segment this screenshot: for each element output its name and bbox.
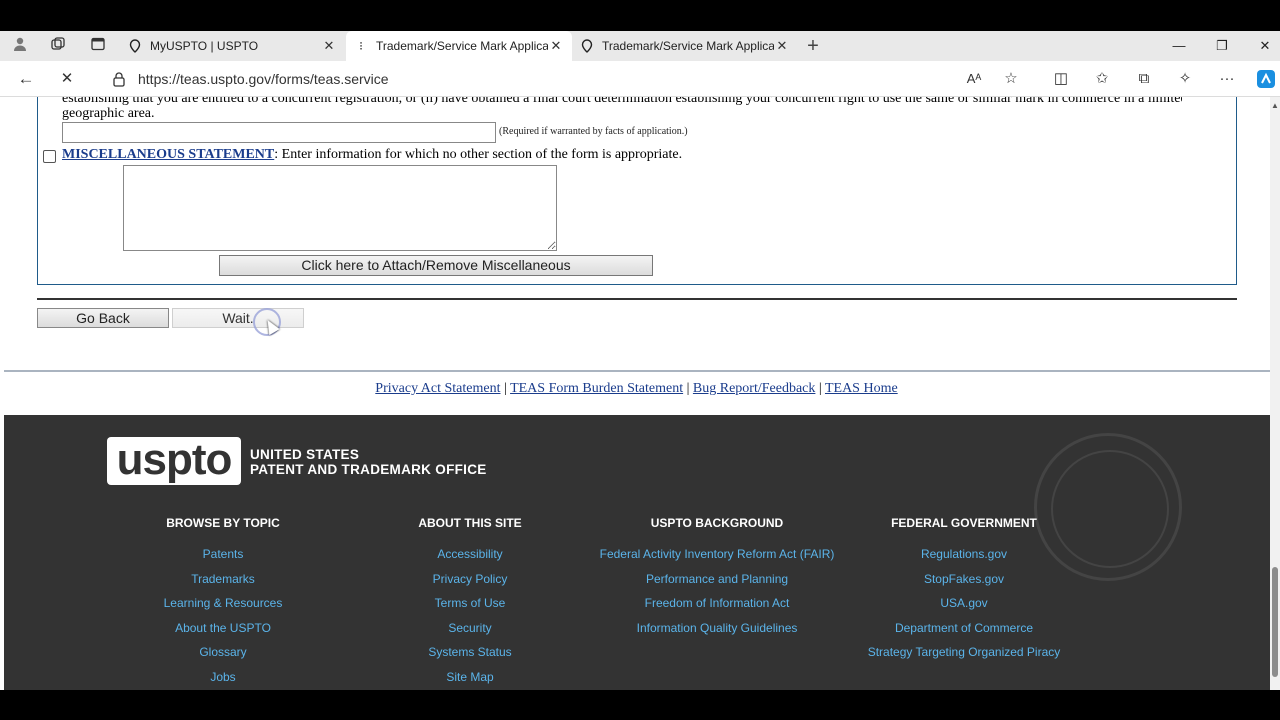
footer-heading: USPTO BACKGROUND [650,516,784,530]
concurrent-use-text: establishing that you are entitled to a … [62,97,1182,121]
footer-link-patents[interactable]: Patents [103,546,343,563]
screen-top-letterbox [0,0,1280,31]
extensions-icon[interactable]: ✧ [1174,69,1196,89]
wait-button[interactable]: Wait. [172,308,304,328]
required-note: (Required if warranted by facts of appli… [499,126,688,137]
close-tab-icon[interactable]: ✕ [774,38,790,54]
tab-title: Trademark/Service Mark Applicat [376,39,548,53]
profile-icon[interactable] [10,36,30,56]
address-toolbar: ← ✕ https://teas.uspto.gov/forms/teas.se… [0,61,1280,97]
page-viewport: establishing that you are entitled to a … [0,97,1280,690]
favorite-star-icon[interactable]: ☆ [1000,69,1022,89]
footer-link-stopfakes[interactable]: StopFakes.gov [844,571,1084,588]
burden-statement-link[interactable]: TEAS Form Burden Statement [510,381,683,396]
footer-link-status[interactable]: Systems Status [350,644,590,661]
agency-name-line: PATENT AND TRADEMARK OFFICE [250,462,487,477]
agency-name: UNITED STATES PATENT AND TRADEMARK OFFIC… [250,447,487,477]
close-tab-icon[interactable]: ✕ [548,38,564,54]
footer-link-stop[interactable]: Strategy Targeting Organized Piracy [844,644,1084,661]
footer-column-background: USPTO BACKGROUND Federal Activity Invent… [597,516,837,644]
minimize-icon[interactable]: — [1164,36,1194,56]
tab-trademark[interactable]: Trademark/Service Mark Applicat ✕ [572,31,798,61]
footer-link-foia[interactable]: Freedom of Information Act [597,595,837,612]
scroll-up-icon[interactable]: ▲ [1271,101,1279,110]
miscellaneous-textarea[interactable] [123,165,557,251]
footer-link-glossary[interactable]: Glossary [103,644,343,661]
attach-miscellaneous-button[interactable]: Click here to Attach/Remove Miscellaneou… [219,255,653,276]
go-back-button[interactable]: Go Back [37,308,169,328]
scrollbar-thumb[interactable] [1272,567,1278,677]
miscellaneous-description: : Enter information for which no other s… [274,147,683,162]
footer-link-fair[interactable]: Federal Activity Inventory Reform Act (F… [597,546,837,563]
tab-actions-icon[interactable] [88,36,108,56]
lock-icon [112,71,128,87]
close-tab-icon[interactable]: ✕ [321,38,337,54]
url-text: https://teas.uspto.gov/forms/teas.servic… [138,71,389,87]
footer-link-learning[interactable]: Learning & Resources [103,595,343,612]
agency-name-line: UNITED STATES [250,447,360,462]
screen-bottom-letterbox [0,690,1280,720]
back-icon[interactable]: ← [15,68,37,90]
section-divider [37,298,1237,300]
footer-link-commerce[interactable]: Department of Commerce [844,620,1084,637]
concurrent-use-input[interactable] [62,122,496,143]
uspto-footer: uspto UNITED STATES PATENT AND TRADEMARK… [4,415,1270,690]
bug-report-link[interactable]: Bug Report/Feedback [693,381,815,396]
tab-title: Trademark/Service Mark Applicat [602,39,774,53]
maximize-icon[interactable]: ❐ [1207,36,1237,56]
footer-link-about[interactable]: About the USPTO [103,620,343,637]
miscellaneous-statement-link[interactable]: MISCELLANEOUS STATEMENT [62,147,274,162]
footer-link-regulations[interactable]: Regulations.gov [844,546,1084,563]
footer-divider [4,370,1270,372]
link-separator: | [504,381,507,396]
split-screen-icon[interactable]: ◫ [1050,69,1072,89]
page-scrollbar[interactable]: ▲ [1270,97,1280,690]
favorites-icon[interactable]: ✩ [1091,69,1113,89]
tab-title: MyUSPTO | USPTO [150,39,259,53]
new-tab-icon[interactable]: + [803,36,823,56]
concurrent-use-line: geographic area. [62,106,155,121]
more-menu-icon[interactable]: ··· [1216,69,1238,89]
footer-link-privacy[interactable]: Privacy Policy [350,571,590,588]
footer-column-federal: FEDERAL GOVERNMENT Regulations.gov StopF… [844,516,1084,669]
footer-heading: ABOUT THIS SITE [418,516,522,530]
read-aloud-icon[interactable]: Aᴬ [963,69,985,89]
tab-trademark-active[interactable]: ⁝ Trademark/Service Mark Applicat ✕ [346,31,572,61]
footer-link-performance[interactable]: Performance and Planning [597,571,837,588]
footer-link-security[interactable]: Security [350,620,590,637]
footer-link-accessibility[interactable]: Accessibility [350,546,590,563]
footer-link-usagov[interactable]: USA.gov [844,595,1084,612]
miscellaneous-checkbox[interactable] [43,150,56,163]
loading-dots-icon: ⁝ [359,39,363,53]
collections-icon[interactable]: ⧉ [1133,69,1155,89]
footer-link-quality[interactable]: Information Quality Guidelines [597,620,837,637]
address-bar[interactable]: https://teas.uspto.gov/forms/teas.servic… [100,65,950,93]
link-separator: | [686,381,690,396]
teas-links-row: Privacy Act Statement | TEAS Form Burden… [0,381,1273,397]
footer-link-terms[interactable]: Terms of Use [350,595,590,612]
footer-heading: BROWSE BY TOPIC [166,516,280,530]
stop-loading-icon[interactable]: ✕ [56,68,78,90]
footer-heading: FEDERAL GOVERNMENT [891,516,1037,530]
miscellaneous-label: MISCELLANEOUS STATEMENT: Enter informati… [62,147,682,163]
footer-link-jobs[interactable]: Jobs [103,669,343,686]
privacy-act-link[interactable]: Privacy Act Statement [375,381,500,396]
link-separator: | [818,381,822,396]
workspaces-icon[interactable] [48,36,68,56]
footer-column-browse: BROWSE BY TOPIC Patents Trademarks Learn… [103,516,343,690]
footer-column-about-site: ABOUT THIS SITE Accessibility Privacy Po… [350,516,590,690]
uspto-logo[interactable]: uspto [107,437,241,485]
close-window-icon[interactable]: ✕ [1250,36,1280,56]
browser-tab-strip: MyUSPTO | USPTO ✕ ⁝ Trademark/Service Ma… [0,31,1280,61]
tab-myuspto[interactable]: MyUSPTO | USPTO ✕ [120,31,345,61]
concurrent-use-line: establishing that you are entitled to a … [62,97,1182,106]
footer-link-sitemap[interactable]: Site Map [350,669,590,686]
teas-home-link[interactable]: TEAS Home [825,381,898,396]
location-pin-icon [128,39,142,53]
footer-link-trademarks[interactable]: Trademarks [103,571,343,588]
location-pin-icon [580,39,594,53]
copilot-icon[interactable] [1255,69,1277,89]
